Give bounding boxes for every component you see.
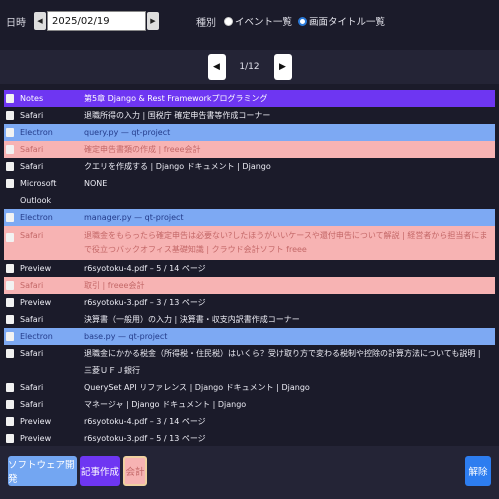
window-title: クエリを作成する | Django ドキュメント | Django	[84, 162, 271, 171]
app-name: Safari	[20, 400, 44, 409]
list-item[interactable]: Notes 第5章 Django & Rest Frameworkプログラミング	[4, 90, 495, 107]
window-title: NONE	[84, 179, 108, 188]
list-item[interactable]: Preview r6syotoku-4.pdf – 3 / 14 ページ	[4, 413, 495, 430]
row-checkbox[interactable]	[6, 298, 14, 307]
list-item[interactable]: Preview r6syotoku-4.pdf – 5 / 14 ページ	[4, 260, 495, 277]
window-title: 第5章 Django & Rest Frameworkプログラミング	[84, 94, 268, 103]
row-checkbox[interactable]	[6, 233, 14, 242]
tag-article-writing-button[interactable]: 記事作成	[80, 456, 120, 486]
list-item[interactable]: Electron manager.py — qt-project	[4, 209, 495, 226]
window-title: base.py — qt-project	[84, 332, 168, 341]
window-title: r6syotoku-4.pdf – 3 / 14 ページ	[84, 417, 206, 426]
app-name: Notes	[20, 94, 44, 103]
pagination: ◀ 1/12 ▶	[0, 50, 499, 84]
app-name: Safari	[20, 349, 44, 358]
list-item[interactable]: Safari 退職金にかかる税金（所得税・住民税）はいくら？受け取り方で変わる税制…	[4, 345, 495, 379]
app-name: Microsoft Outlook	[20, 179, 57, 205]
app-name: Preview	[20, 264, 52, 273]
list-item[interactable]: Safari 退職所得の入力 | 国税庁 確定申告書等作成コーナー	[4, 107, 495, 124]
app-name: Preview	[20, 434, 52, 443]
row-checkbox[interactable]	[6, 111, 14, 120]
app-name: Safari	[20, 162, 44, 171]
app-name: Electron	[20, 332, 53, 341]
list-item[interactable]: Safari クエリを作成する | Django ドキュメント | Django	[4, 158, 495, 175]
date-next-button[interactable]: ▶	[147, 12, 159, 30]
list-item[interactable]: Electron base.py — qt-project	[4, 328, 495, 345]
row-checkbox[interactable]	[6, 128, 14, 137]
window-title: query.py — qt-project	[84, 128, 171, 137]
list-item[interactable]: Preview r6syotoku-3.pdf – 5 / 13 ページ	[4, 430, 495, 447]
window-title: r6syotoku-4.pdf – 5 / 14 ページ	[84, 264, 206, 273]
row-checkbox[interactable]	[6, 315, 14, 324]
list-item[interactable]: Microsoft Outlook NONE	[4, 175, 495, 209]
window-title: manager.py — qt-project	[84, 213, 184, 222]
row-checkbox[interactable]	[6, 383, 14, 392]
filter-bar: 日時 ◀ 2025/02/19 ▶ 種別 イベント一覧 画面タイトル一覧	[0, 0, 499, 42]
window-title: 確定申告書類の作成 | freee会計	[84, 145, 201, 154]
window-title: 退職金をもらったら確定申告は必要ない?したほうがいいケースや還付申告について解説…	[84, 231, 488, 254]
row-checkbox[interactable]	[6, 145, 14, 154]
app-name: Electron	[20, 213, 53, 222]
app-name: Preview	[20, 417, 52, 426]
list-item[interactable]: Safari 確定申告書類の作成 | freee会計	[4, 141, 495, 158]
window-title: r6syotoku-3.pdf – 3 / 13 ページ	[84, 298, 206, 307]
date-input[interactable]: 2025/02/19	[47, 11, 146, 31]
window-title: r6syotoku-3.pdf – 5 / 13 ページ	[84, 434, 206, 443]
row-checkbox[interactable]	[6, 400, 14, 409]
row-checkbox[interactable]	[6, 332, 14, 341]
window-title: マネージャ | Django ドキュメント | Django	[84, 400, 247, 409]
list-item[interactable]: Safari 取引 | freee会計	[4, 277, 495, 294]
window-title: 退職所得の入力 | 国税庁 確定申告書等作成コーナー	[84, 111, 271, 120]
kind-label: 種別	[196, 17, 216, 29]
window-title-list: Notes 第5章 Django & Rest Frameworkプログラミング S…	[4, 90, 495, 481]
row-checkbox[interactable]	[6, 281, 14, 290]
app-name: Preview	[20, 298, 52, 307]
app-name: Safari	[20, 315, 44, 324]
tag-software-dev-button[interactable]: ソフトウェア開発	[8, 456, 77, 486]
window-title: QuerySet API リファレンス | Django ドキュメント | Dj…	[84, 383, 310, 392]
window-title: 取引 | freee会計	[84, 281, 145, 290]
screen-title-list-radio[interactable]	[298, 16, 308, 26]
date-label: 日時	[6, 17, 26, 29]
prev-page-button[interactable]: ◀	[207, 54, 226, 80]
app-name: Electron	[20, 128, 53, 137]
row-checkbox[interactable]	[6, 349, 14, 358]
list-item[interactable]: Preview r6syotoku-3.pdf – 3 / 13 ページ	[4, 294, 495, 311]
clear-button[interactable]: 解除	[465, 456, 491, 486]
row-checkbox[interactable]	[6, 264, 14, 273]
list-item[interactable]: Safari 決算書（一般用）の入力 | 決算書・収支内訳書作成コーナー	[4, 311, 495, 328]
row-checkbox[interactable]	[6, 179, 14, 188]
app-name: Safari	[20, 111, 44, 120]
next-page-button[interactable]: ▶	[273, 54, 292, 80]
screen-title-list-label[interactable]: 画面タイトル一覧	[309, 14, 385, 28]
row-checkbox[interactable]	[6, 213, 14, 222]
row-checkbox[interactable]	[6, 417, 14, 426]
page-indicator: 1/12	[239, 62, 260, 72]
window-title: 決算書（一般用）の入力 | 決算書・収支内訳書作成コーナー	[84, 315, 300, 324]
list-item[interactable]: Safari QuerySet API リファレンス | Django ドキュメン…	[4, 379, 495, 396]
window-title: 退職金にかかる税金（所得税・住民税）はいくら？受け取り方で変わる税制や控除の計算…	[84, 349, 481, 375]
row-checkbox[interactable]	[6, 162, 14, 171]
list-item[interactable]: Safari マネージャ | Django ドキュメント | Django	[4, 396, 495, 413]
event-list-label[interactable]: イベント一覧	[235, 14, 292, 28]
list-item[interactable]: Safari 退職金をもらったら確定申告は必要ない?したほうがいいケースや還付申告…	[4, 226, 495, 260]
app-name: Safari	[20, 231, 44, 240]
tag-accounting-button[interactable]: 会計	[123, 456, 147, 486]
row-checkbox[interactable]	[6, 94, 14, 103]
app-name: Safari	[20, 145, 44, 154]
tag-bar: ソフトウェア開発 記事作成 会計 解除	[0, 446, 499, 499]
list-item[interactable]: Electron query.py — qt-project	[4, 124, 495, 141]
date-prev-button[interactable]: ◀	[34, 12, 46, 30]
event-list-radio[interactable]	[224, 16, 233, 26]
app-name: Safari	[20, 281, 44, 290]
app-name: Safari	[20, 383, 44, 392]
row-checkbox[interactable]	[6, 434, 14, 443]
